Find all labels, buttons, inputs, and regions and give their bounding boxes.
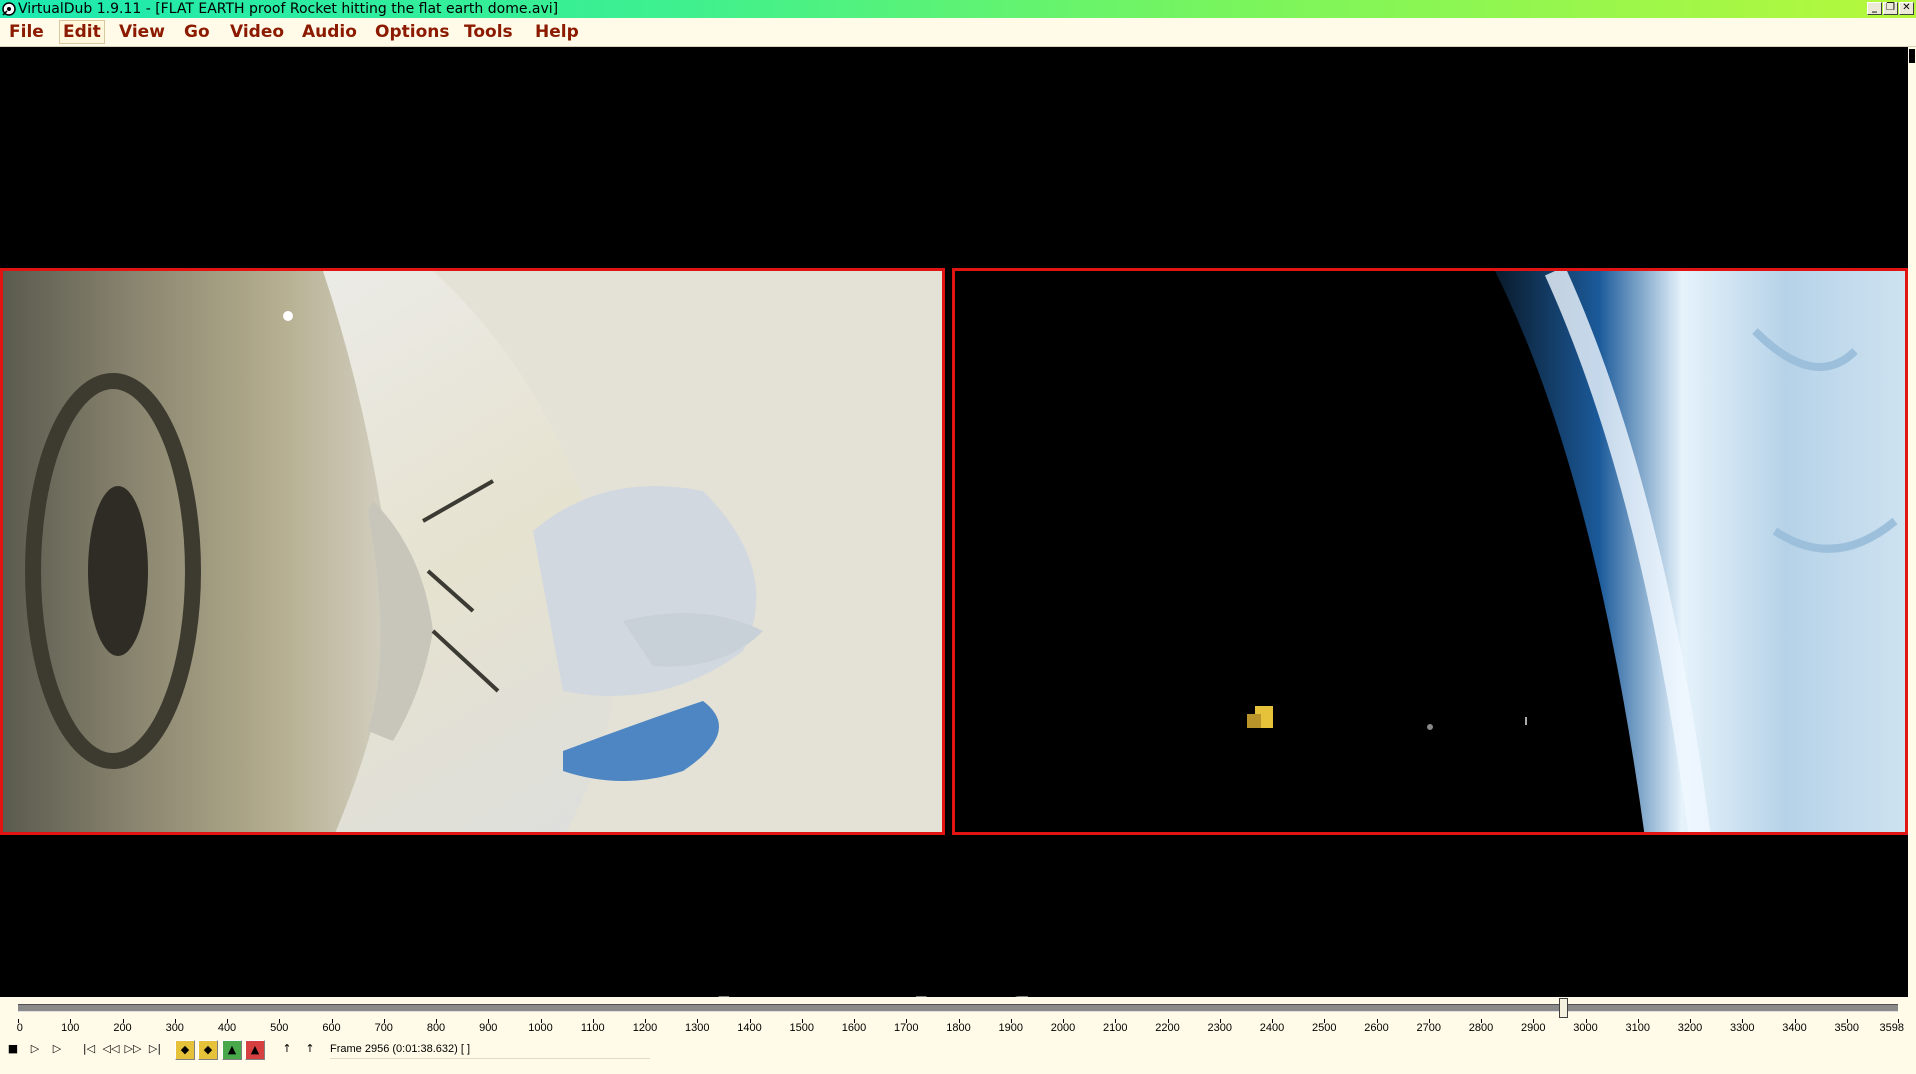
menu-file[interactable]: File bbox=[6, 21, 47, 43]
frame-info-readout: Frame 2956 (0:01:38.632) [ ] bbox=[330, 1040, 650, 1059]
timeline-tick-label: 400 bbox=[217, 1022, 237, 1034]
menu-go[interactable]: Go bbox=[181, 21, 213, 43]
timeline-tick-label: 3300 bbox=[1730, 1022, 1755, 1034]
timeline-tick-label: 2800 bbox=[1468, 1022, 1494, 1034]
menu-audio[interactable]: Audio bbox=[299, 21, 360, 43]
position-timeline[interactable]: 0 100 200 300 400 500 600 700 800 900 1000 1100 1200… bbox=[0, 997, 1916, 1037]
rocket-side-camera-image bbox=[3, 271, 942, 832]
window-title: VirtualDub 1.9.11 - [FLAT EARTH proof Ro… bbox=[18, 1, 559, 17]
timeline-tick-label: 3500 bbox=[1834, 1022, 1860, 1034]
timeline-tick-label: 2900 bbox=[1521, 1022, 1546, 1034]
minimize-button[interactable]: _ bbox=[1867, 2, 1882, 15]
stop-button[interactable]: ■ bbox=[3, 1040, 23, 1060]
timeline-tick-label: 1700 bbox=[894, 1022, 919, 1034]
mark-out-button[interactable]: ▲ bbox=[245, 1040, 265, 1060]
timeline-tick-label: 1800 bbox=[946, 1022, 971, 1034]
timeline-track[interactable] bbox=[18, 998, 1898, 1018]
scrollbar-thumb[interactable] bbox=[1909, 49, 1915, 63]
scene-reverse-button[interactable]: ◆ bbox=[175, 1040, 195, 1060]
next-key-button[interactable]: ▷▷ bbox=[123, 1040, 143, 1060]
timeline-tick-label: 2300 bbox=[1207, 1022, 1233, 1034]
timeline-tick-label: 1300 bbox=[685, 1022, 710, 1034]
timeline-tick-label: 900 bbox=[479, 1022, 498, 1034]
mark-in-button[interactable]: ▲ bbox=[222, 1040, 242, 1060]
close-button[interactable]: ✕ bbox=[1899, 2, 1914, 15]
timeline-tick-label: 3000 bbox=[1573, 1022, 1598, 1034]
menu-edit[interactable]: Edit bbox=[59, 20, 105, 44]
play-input-button[interactable]: ▷ bbox=[25, 1040, 45, 1060]
timeline-tick-label: 200 bbox=[113, 1022, 132, 1034]
title-bar: VirtualDub 1.9.11 - [FLAT EARTH proof Ro… bbox=[0, 0, 1916, 18]
playback-toolbar: ■ ▷ ▷ |◁ ◁◁ ▷▷ ▷| ◆ ◆ ▲ ▲ ↑ ↑ Frame 2956… bbox=[0, 1037, 1916, 1074]
play-output-button[interactable]: ▷ bbox=[47, 1040, 67, 1060]
timeline-tick-label: 2700 bbox=[1416, 1022, 1442, 1034]
right-camera-panel bbox=[952, 268, 1908, 835]
timeline-tick-label: 500 bbox=[270, 1022, 289, 1034]
start-button[interactable]: |◁ bbox=[79, 1040, 99, 1060]
timeline-tick-label: 3200 bbox=[1677, 1022, 1703, 1034]
timeline-tick-label: 3100 bbox=[1625, 1022, 1651, 1034]
timeline-tick-label: 2600 bbox=[1364, 1022, 1389, 1034]
timeline-tick-label: 800 bbox=[426, 1022, 446, 1034]
timeline-tick-label: 1500 bbox=[789, 1022, 815, 1034]
restore-button[interactable]: ❐ bbox=[1883, 2, 1898, 15]
menu-tools[interactable]: Tools bbox=[461, 21, 516, 43]
menu-bar: File Edit View Go Video Audio Options To… bbox=[0, 18, 1916, 47]
timeline-tick-label: 2200 bbox=[1155, 1022, 1180, 1034]
timeline-tick-label: 3400 bbox=[1782, 1022, 1807, 1034]
timeline-tick-label: 700 bbox=[374, 1022, 393, 1034]
virtualdub-app-icon[interactable] bbox=[1, 1, 17, 17]
timeline-tick-label: 1100 bbox=[580, 1022, 605, 1034]
video-preview-pane[interactable]: Let's watch again from 2 cameras bbox=[0, 47, 1908, 997]
timeline-tick-label: 1200 bbox=[632, 1022, 658, 1034]
timeline-tick-label: 100 bbox=[61, 1022, 80, 1034]
timeline-tick-label: 2100 bbox=[1103, 1022, 1128, 1034]
timeline-tick-label: 0 bbox=[16, 1022, 23, 1034]
earth-horizon-camera-image bbox=[955, 271, 1905, 832]
timeline-tick-label: 1900 bbox=[998, 1022, 1024, 1034]
set-out-button[interactable]: ↑ bbox=[300, 1040, 320, 1060]
timeline-tick-label: 600 bbox=[322, 1022, 341, 1034]
timeline-tick-label: 1600 bbox=[841, 1022, 867, 1034]
timeline-slider-thumb[interactable] bbox=[1558, 998, 1568, 1018]
timeline-tick-label: 2500 bbox=[1312, 1022, 1337, 1034]
menu-help[interactable]: Help bbox=[532, 21, 582, 43]
set-in-button[interactable]: ↑ bbox=[277, 1040, 297, 1060]
timeline-tick-label: 1400 bbox=[737, 1022, 762, 1034]
end-button[interactable]: ▷| bbox=[145, 1040, 165, 1060]
timeline-tick-label: 300 bbox=[165, 1022, 184, 1034]
timeline-tick-label: 2000 bbox=[1050, 1022, 1076, 1034]
menu-video[interactable]: Video bbox=[227, 21, 287, 43]
menu-options[interactable]: Options bbox=[372, 21, 452, 43]
previous-key-button[interactable]: ◁◁ bbox=[101, 1040, 121, 1060]
video-caption: Let's watch again from 2 cameras bbox=[0, 987, 1908, 997]
timeline-tick-label: 3598 bbox=[1879, 1022, 1904, 1034]
menu-view[interactable]: View bbox=[116, 21, 168, 43]
timeline-tick-label: 1000 bbox=[528, 1022, 553, 1034]
scene-forward-button[interactable]: ◆ bbox=[198, 1040, 218, 1060]
vertical-scrollbar[interactable] bbox=[1908, 47, 1916, 997]
timeline-tick-label: 2400 bbox=[1259, 1022, 1285, 1034]
left-camera-panel bbox=[0, 268, 945, 835]
